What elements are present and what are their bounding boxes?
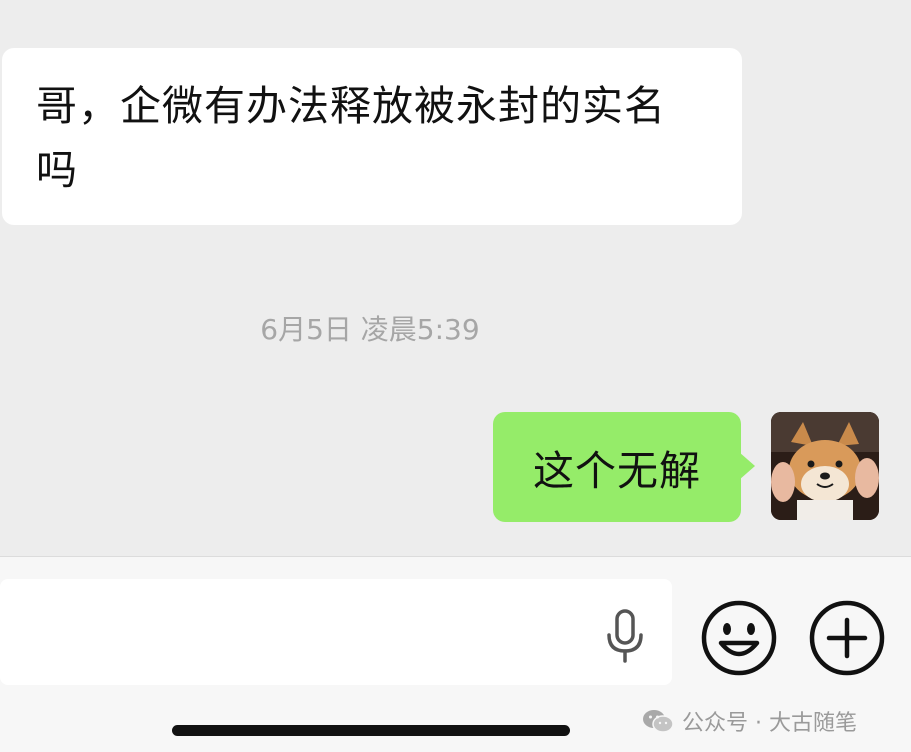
watermark-text: 公众号 · 大古随笔 (682, 711, 857, 736)
outgoing-message-text: 这个无解 (533, 447, 701, 495)
chat-area: 哥，企微有办法释放被永封的实名 吗 6月5日 凌晨5:39 这个无解 (0, 0, 911, 556)
emoji-icon[interactable] (700, 599, 778, 677)
outgoing-bubble-tail (739, 452, 755, 480)
plus-icon[interactable] (808, 599, 886, 677)
wechat-icon (643, 710, 674, 733)
incoming-message-line-1: 哥，企微有办法释放被永封的实名 (36, 82, 666, 130)
shiba-dog-avatar[interactable] (771, 412, 879, 520)
home-indicator[interactable] (172, 725, 570, 736)
watermark: 公众号 · 大古随笔 (642, 703, 857, 739)
microphone-icon[interactable] (600, 607, 650, 665)
input-bar: 公众号 · 大古随笔 (0, 556, 911, 752)
message-timestamp: 6月5日 凌晨5:39 (260, 313, 480, 346)
message-input[interactable] (0, 579, 672, 685)
dog-avatar-icon (771, 412, 879, 520)
incoming-message-line-2: 吗 (36, 146, 78, 194)
incoming-message-bubble[interactable]: 哥，企微有办法释放被永封的实名 吗 (2, 48, 742, 225)
outgoing-message-bubble[interactable]: 这个无解 (493, 412, 741, 522)
